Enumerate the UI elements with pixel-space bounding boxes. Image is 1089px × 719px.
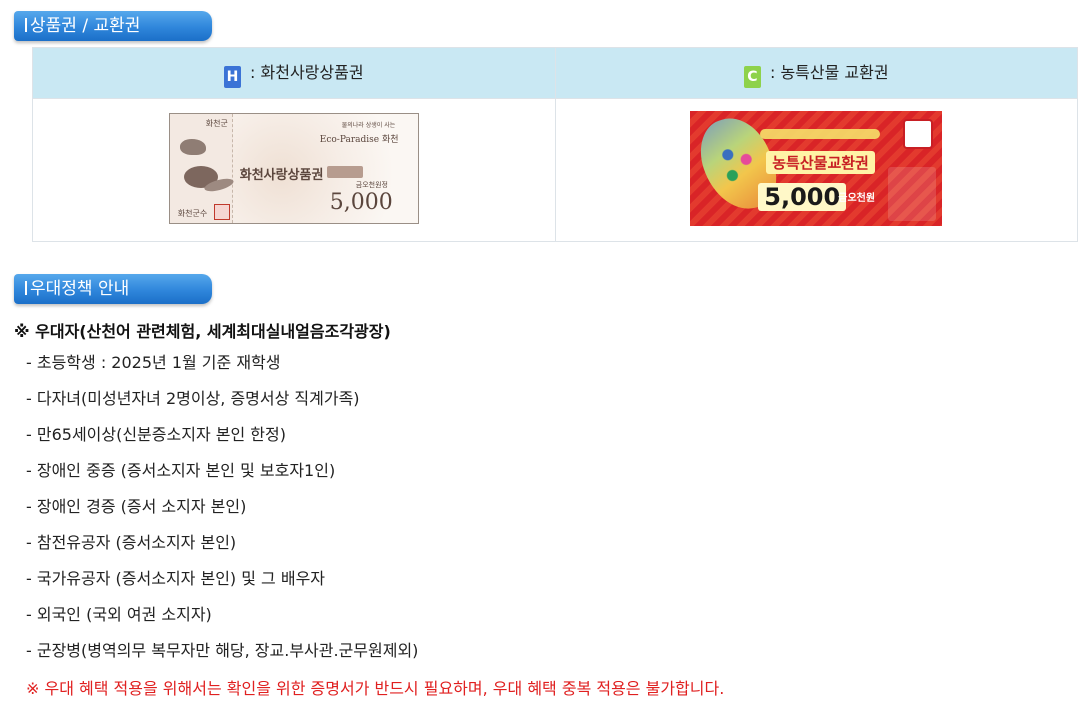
- column-header-c: C : 농특산물 교환권: [554, 47, 1078, 99]
- voucher-info-box: [888, 166, 937, 221]
- tab-bar-icon: [25, 281, 27, 295]
- voucher-table: H : 화천사랑상품권 C : 농특산물 교환권 화천군 물의나라 상생이 사는…: [32, 47, 1078, 242]
- voucher-name: 화천사랑상품권: [239, 167, 324, 183]
- list-item: - 외국인 (국외 여권 소지자): [26, 605, 212, 624]
- fish-pattern: [714, 140, 761, 187]
- fish-icon: [179, 138, 206, 155]
- voucher-amount: 5,000: [758, 182, 847, 211]
- c-badge-icon: C: [743, 65, 761, 88]
- benefit-list: - 초등학생 : 2025년 1월 기준 재학생 - 다자녀(미성년자녀 2명이…: [26, 351, 418, 675]
- voucher-cell-c: 농특산물교환권 5,000 금오천원: [554, 98, 1078, 242]
- benefit-heading: ※ 우대자(산천어 관련체험, 세계최대실내얼음조각광장): [14, 322, 391, 341]
- list-item: - 다자녀(미성년자녀 2명이상, 증명서상 직계가족): [26, 389, 360, 408]
- list-item: - 장애인 경증 (증서 소지자 본인): [26, 497, 247, 516]
- h-badge-icon: H: [223, 65, 241, 88]
- produce-voucher-image: 농특산물교환권 5,000 금오천원: [690, 110, 943, 226]
- seal-icon: [213, 203, 230, 220]
- hwacheon-voucher-image: 화천군 물의나라 상생이 사는 Eco-Paradise 화천 화천사랑상품권 …: [168, 112, 419, 224]
- column-header-h: H : 화천사랑상품권: [32, 47, 556, 99]
- voucher-title: 농특산물교환권: [766, 150, 875, 174]
- benefit-note: ※ 우대 혜택 적용을 위해서는 확인을 위한 증명서가 반드시 필요하며, 우…: [26, 679, 725, 698]
- list-item: - 국가유공자 (증서소지자 본인) 및 그 배우자: [26, 569, 326, 588]
- voucher-serial-stamp: [326, 165, 363, 178]
- tab-bar-icon: [25, 18, 27, 32]
- voucher-amount-text: 금오천원정: [355, 180, 388, 189]
- voucher-slogan: Eco-Paradise 화천: [319, 134, 399, 145]
- voucher-cell-h: 화천군 물의나라 상생이 사는 Eco-Paradise 화천 화천사랑상품권 …: [32, 98, 556, 242]
- list-item: - 군장병(병역의무 복무자만 해당, 장교.부사관.군무원제외): [26, 641, 419, 660]
- voucher-issuer: 화천군수: [177, 208, 208, 218]
- list-item: - 참전유공자 (증서소지자 본인): [26, 533, 237, 552]
- column-label: : 농특산물 교환권: [764, 62, 889, 82]
- voucher-slogan-small: 물의나라 상생이 사는: [341, 121, 396, 129]
- county-logo-icon: [903, 118, 934, 149]
- voucher-county: 화천군: [205, 118, 228, 128]
- section-title: 상품권 / 교환권: [30, 16, 141, 36]
- column-label: : 화천사랑상품권: [244, 62, 364, 82]
- section-tab-vouchers: 상품권 / 교환권: [14, 11, 212, 41]
- voucher-unit: 금오천원: [838, 192, 876, 204]
- section-title: 우대정책 안내: [30, 279, 130, 299]
- voucher-amount: 5,000: [329, 189, 393, 215]
- voucher-header-strip: [760, 128, 881, 139]
- list-item: - 장애인 중증 (증서소지자 본인 및 보호자1인): [26, 461, 336, 480]
- list-item: - 만65세이상(신분증소지자 본인 한정): [26, 425, 286, 444]
- section-tab-benefits: 우대정책 안내: [14, 274, 212, 304]
- list-item: - 초등학생 : 2025년 1월 기준 재학생: [26, 353, 281, 372]
